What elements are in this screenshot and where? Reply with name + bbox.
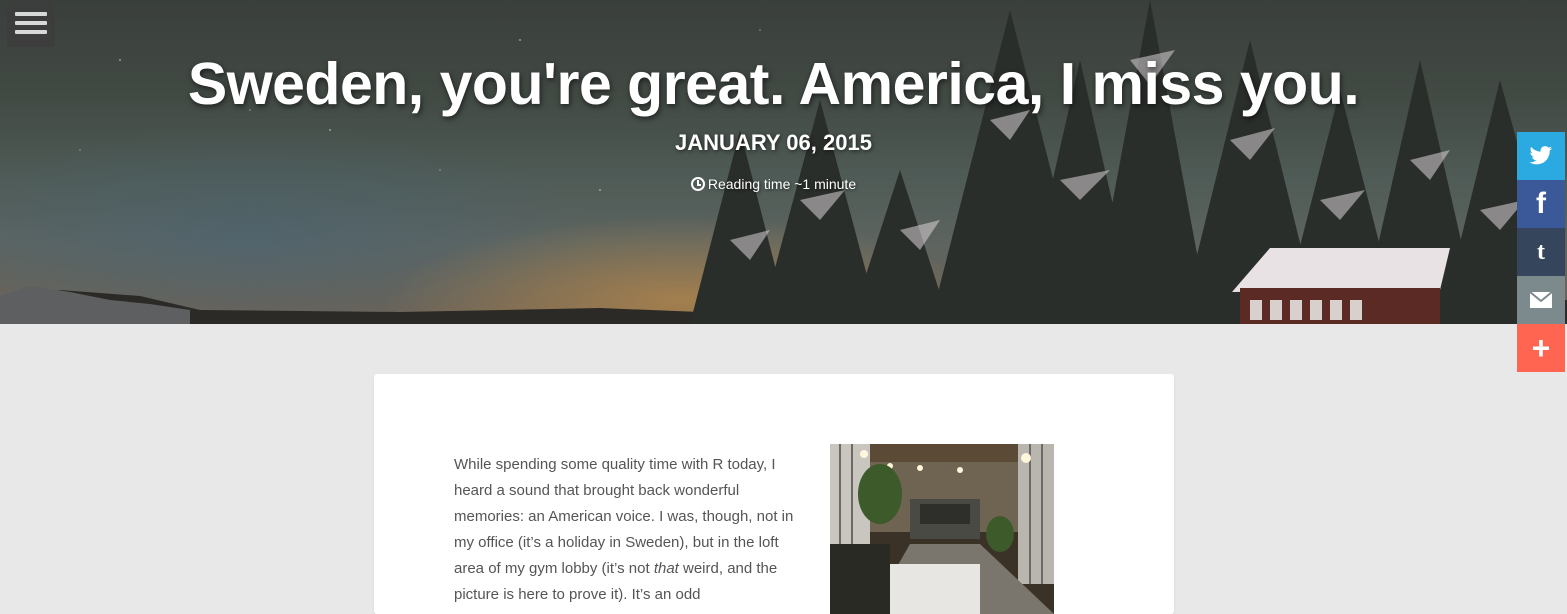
post-paragraph: While spending some quality time with R …: [454, 452, 794, 608]
twitter-share-button[interactable]: [1517, 132, 1565, 180]
share-bar: f t +: [1517, 132, 1565, 372]
post-title: Sweden, you're great. America, I miss yo…: [187, 51, 1360, 117]
post-text-part: While spending some quality time with R …: [454, 456, 794, 577]
email-icon: [1530, 292, 1552, 308]
facebook-icon: f: [1536, 187, 1546, 220]
hero-banner: Sweden, you're great. America, I miss yo…: [0, 0, 1567, 324]
post-date: JANUARY 06, 2015: [675, 130, 872, 155]
tumblr-share-button[interactable]: t: [1517, 228, 1565, 276]
reading-time-label: Reading time ~1 minute: [707, 176, 857, 192]
post-card: While spending some quality time with R …: [374, 374, 1174, 614]
hamburger-icon-line: [15, 30, 47, 34]
twitter-icon: [1529, 146, 1552, 165]
menu-button[interactable]: [7, 2, 55, 47]
email-share-button[interactable]: [1517, 276, 1565, 324]
hamburger-icon-line: [15, 21, 47, 25]
tumblr-icon: t: [1537, 238, 1545, 265]
reading-time: Reading time ~1 minute: [0, 176, 1547, 192]
post-text-emphasis: that: [653, 560, 679, 577]
gym-lobby-photo: [830, 444, 1054, 614]
hero-background-image: [0, 0, 1567, 324]
plus-icon: +: [1531, 329, 1551, 366]
more-share-button[interactable]: +: [1517, 324, 1565, 372]
facebook-share-button[interactable]: f: [1517, 180, 1565, 228]
clock-icon: [690, 177, 705, 191]
hamburger-icon: [15, 12, 47, 16]
